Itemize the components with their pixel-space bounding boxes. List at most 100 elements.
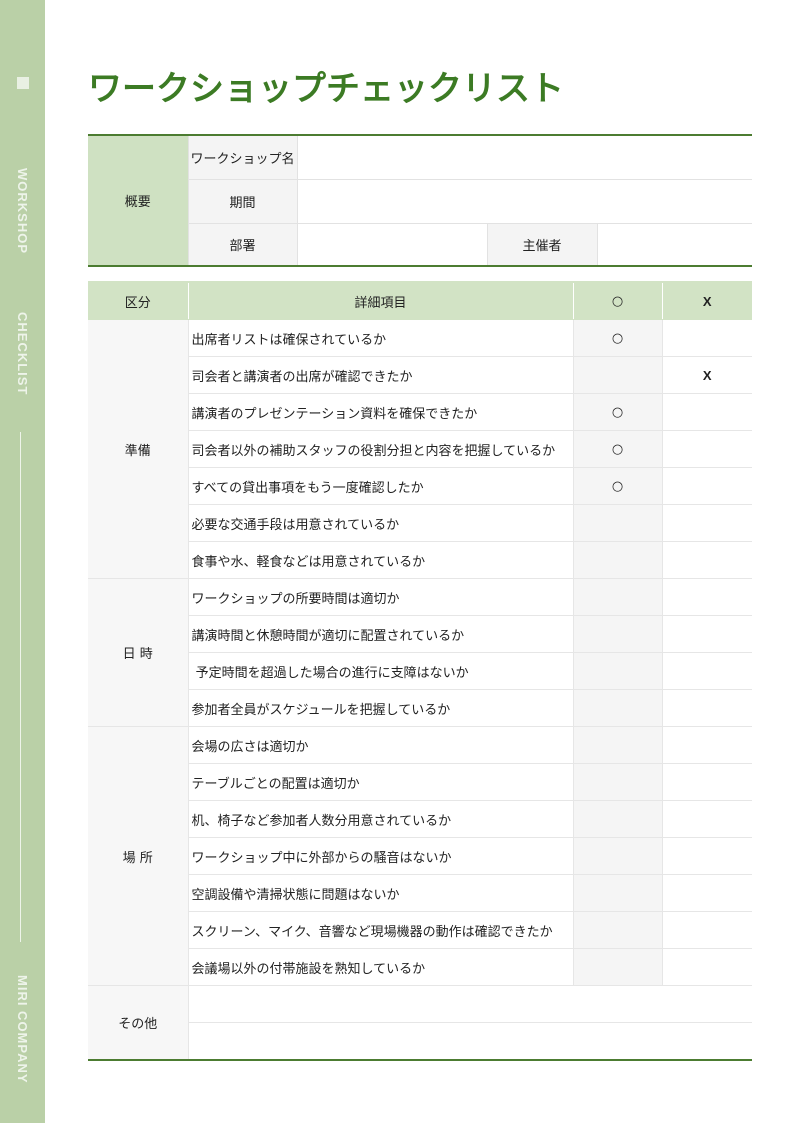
ok-mark-cell[interactable] — [572, 689, 663, 727]
workshop-name-field[interactable] — [296, 134, 753, 180]
ok-mark-cell[interactable]: ○ — [572, 467, 663, 505]
overview-row: 部署 主催者 — [88, 222, 753, 267]
ng-mark-cell[interactable] — [661, 393, 752, 431]
ng-mark-cell[interactable] — [661, 763, 752, 801]
checklist-item-text: 参加者全員がスケジュールを把握しているか — [188, 689, 574, 727]
ng-mark-cell[interactable] — [661, 578, 752, 616]
checklist-row: 場 所 会場の広さは適切か — [88, 726, 752, 986]
organizer-label: 主催者 — [486, 222, 598, 267]
ok-mark-cell[interactable] — [572, 541, 663, 579]
ng-mark-cell[interactable] — [661, 467, 752, 505]
ng-mark-cell[interactable] — [661, 874, 752, 912]
ng-mark-cell[interactable] — [661, 689, 752, 727]
ok-mark-cell[interactable] — [572, 726, 663, 764]
checklist-item-text: スクリーン、マイク、音響など現場機器の動作は確認できたか — [188, 911, 574, 949]
checklist-item-text: 講演時間と休憩時間が適切に配置されているか — [188, 615, 574, 653]
column-header-ng: X — [661, 281, 752, 320]
ok-mark-cell[interactable] — [572, 652, 663, 690]
overview-row: 概要 ワークショップ名 — [88, 134, 753, 267]
checklist-row: すべての貸出事項をもう一度確認したか ○ — [88, 467, 752, 505]
ok-mark-cell[interactable] — [572, 356, 663, 394]
ng-mark-cell[interactable]: X — [661, 356, 752, 394]
checklist-row: 空調設備や清掃状態に問題はないか — [88, 874, 752, 912]
checklist-item-text: 司会者と講演者の出席が確認できたか — [188, 356, 574, 394]
ng-mark-cell[interactable] — [661, 652, 752, 690]
checklist-row: 会議場以外の付帯施設を熟知しているか — [88, 948, 752, 986]
checklist-row: 講演者のプレゼンテーション資料を確保できたか ○ — [88, 393, 752, 431]
overview-table: 概要 ワークショップ名 期間 部署 主催者 — [88, 134, 753, 267]
checklist-item-text: 空調設備や清掃状態に問題はないか — [188, 874, 574, 912]
other-notes-field[interactable] — [187, 985, 752, 1023]
checklist-row: 日 時 ワークショップの所要時間は適切か — [88, 578, 752, 727]
square-icon — [17, 77, 29, 89]
ng-mark-cell[interactable] — [661, 615, 752, 653]
ng-mark-cell[interactable] — [661, 948, 752, 986]
ng-mark-cell[interactable] — [661, 726, 752, 764]
checklist-row: スクリーン、マイク、音響など現場機器の動作は確認できたか — [88, 911, 752, 949]
ok-mark-cell[interactable] — [572, 800, 663, 838]
ng-mark-cell[interactable] — [661, 800, 752, 838]
ng-mark-cell[interactable] — [661, 504, 752, 542]
checklist-table: 区分 詳細項目 ○ X 準備 出席者リストは確保されているか ○ 司会者と講演者… — [88, 281, 752, 1061]
checklist-row: テーブルごとの配置は適切か — [88, 763, 752, 801]
ng-mark-cell[interactable] — [661, 541, 752, 579]
checklist-item-text: 会議場以外の付帯施設を熟知しているか — [188, 948, 574, 986]
ok-mark-cell[interactable]: ○ — [572, 430, 663, 468]
checklist-item-text: ワークショップの所要時間は適切か — [187, 578, 574, 616]
sidebar-divider — [20, 432, 21, 942]
checklist-item-text: 食事や水、軽食などは用意されているか — [188, 541, 574, 579]
workshop-name-label: ワークショップ名 — [187, 134, 298, 180]
ok-mark-cell[interactable] — [572, 504, 663, 542]
other-notes-field[interactable] — [188, 1022, 752, 1061]
checklist-item-text: 司会者以外の補助スタッフの役割分担と内容を把握しているか — [188, 430, 574, 468]
checklist-row: 参加者全員がスケジュールを把握しているか — [88, 689, 752, 727]
checklist-item-text: 必要な交通手段は用意されているか — [188, 504, 574, 542]
ng-mark-cell[interactable] — [661, 430, 752, 468]
period-label: 期間 — [188, 178, 298, 224]
checklist-row: 予定時間を超過した場合の進行に支障はないか — [88, 652, 752, 690]
ng-mark-cell[interactable] — [661, 319, 752, 357]
ok-mark-cell[interactable]: ○ — [572, 393, 663, 431]
checklist-row: 司会者以外の補助スタッフの役割分担と内容を把握しているか ○ — [88, 430, 752, 468]
sidebar-label-workshop: WORKSHOP — [15, 168, 30, 254]
category-cell: その他 — [88, 985, 189, 1060]
sidebar-label-company: MIRI COMPANY — [15, 975, 30, 1084]
ng-mark-cell[interactable] — [661, 837, 752, 875]
checklist-row: 必要な交通手段は用意されているか — [88, 504, 752, 542]
checklist-row: 準備 出席者リストは確保されているか ○ — [88, 319, 752, 579]
checklist-item-text: テーブルごとの配置は適切か — [188, 763, 574, 801]
ok-mark-cell[interactable] — [572, 578, 663, 616]
ok-mark-cell[interactable] — [572, 948, 663, 986]
checklist-item-text: 出席者リストは確保されているか — [187, 319, 574, 357]
department-field[interactable] — [296, 222, 488, 267]
column-header-category: 区分 — [88, 281, 189, 320]
checklist-row: ワークショップ中に外部からの騒音はないか — [88, 837, 752, 875]
checklist-header-row: 区分 詳細項目 ○ X — [88, 281, 752, 320]
organizer-field[interactable] — [596, 222, 753, 267]
ok-mark-cell[interactable] — [572, 763, 663, 801]
checklist-row: その他 — [88, 985, 752, 1060]
category-cell: 日 時 — [88, 578, 189, 727]
checklist-item-text: 講演者のプレゼンテーション資料を確保できたか — [188, 393, 574, 431]
column-header-detail: 詳細項目 — [187, 281, 574, 320]
ok-mark-cell[interactable] — [572, 615, 663, 653]
ng-mark-cell[interactable] — [661, 911, 752, 949]
checklist-item-text: ワークショップ中に外部からの騒音はないか — [188, 837, 574, 875]
checklist-item-text: 机、椅子など参加者人数分用意されているか — [188, 800, 574, 838]
ok-mark-cell[interactable]: ○ — [572, 319, 663, 357]
sidebar-strip: WORKSHOP CHECKLIST MIRI COMPANY — [0, 0, 45, 1123]
checklist-item-text: 会場の広さは適切か — [187, 726, 574, 764]
period-field[interactable] — [296, 178, 753, 224]
checklist-row: 司会者と講演者の出席が確認できたか X — [88, 356, 752, 394]
department-label: 部署 — [188, 222, 298, 267]
checklist-row: 食事や水、軽食などは用意されているか — [88, 541, 752, 579]
checklist-item-text: 予定時間を超過した場合の進行に支障はないか — [188, 652, 574, 690]
ok-mark-cell[interactable] — [572, 837, 663, 875]
checklist-row: 講演時間と休憩時間が適切に配置されているか — [88, 615, 752, 653]
ok-mark-cell[interactable] — [572, 874, 663, 912]
overview-section-label: 概要 — [88, 134, 189, 267]
checklist-item-text: すべての貸出事項をもう一度確認したか — [188, 467, 574, 505]
column-header-ok: ○ — [572, 281, 663, 320]
ok-mark-cell[interactable] — [572, 911, 663, 949]
overview-row: 期間 — [88, 178, 753, 224]
